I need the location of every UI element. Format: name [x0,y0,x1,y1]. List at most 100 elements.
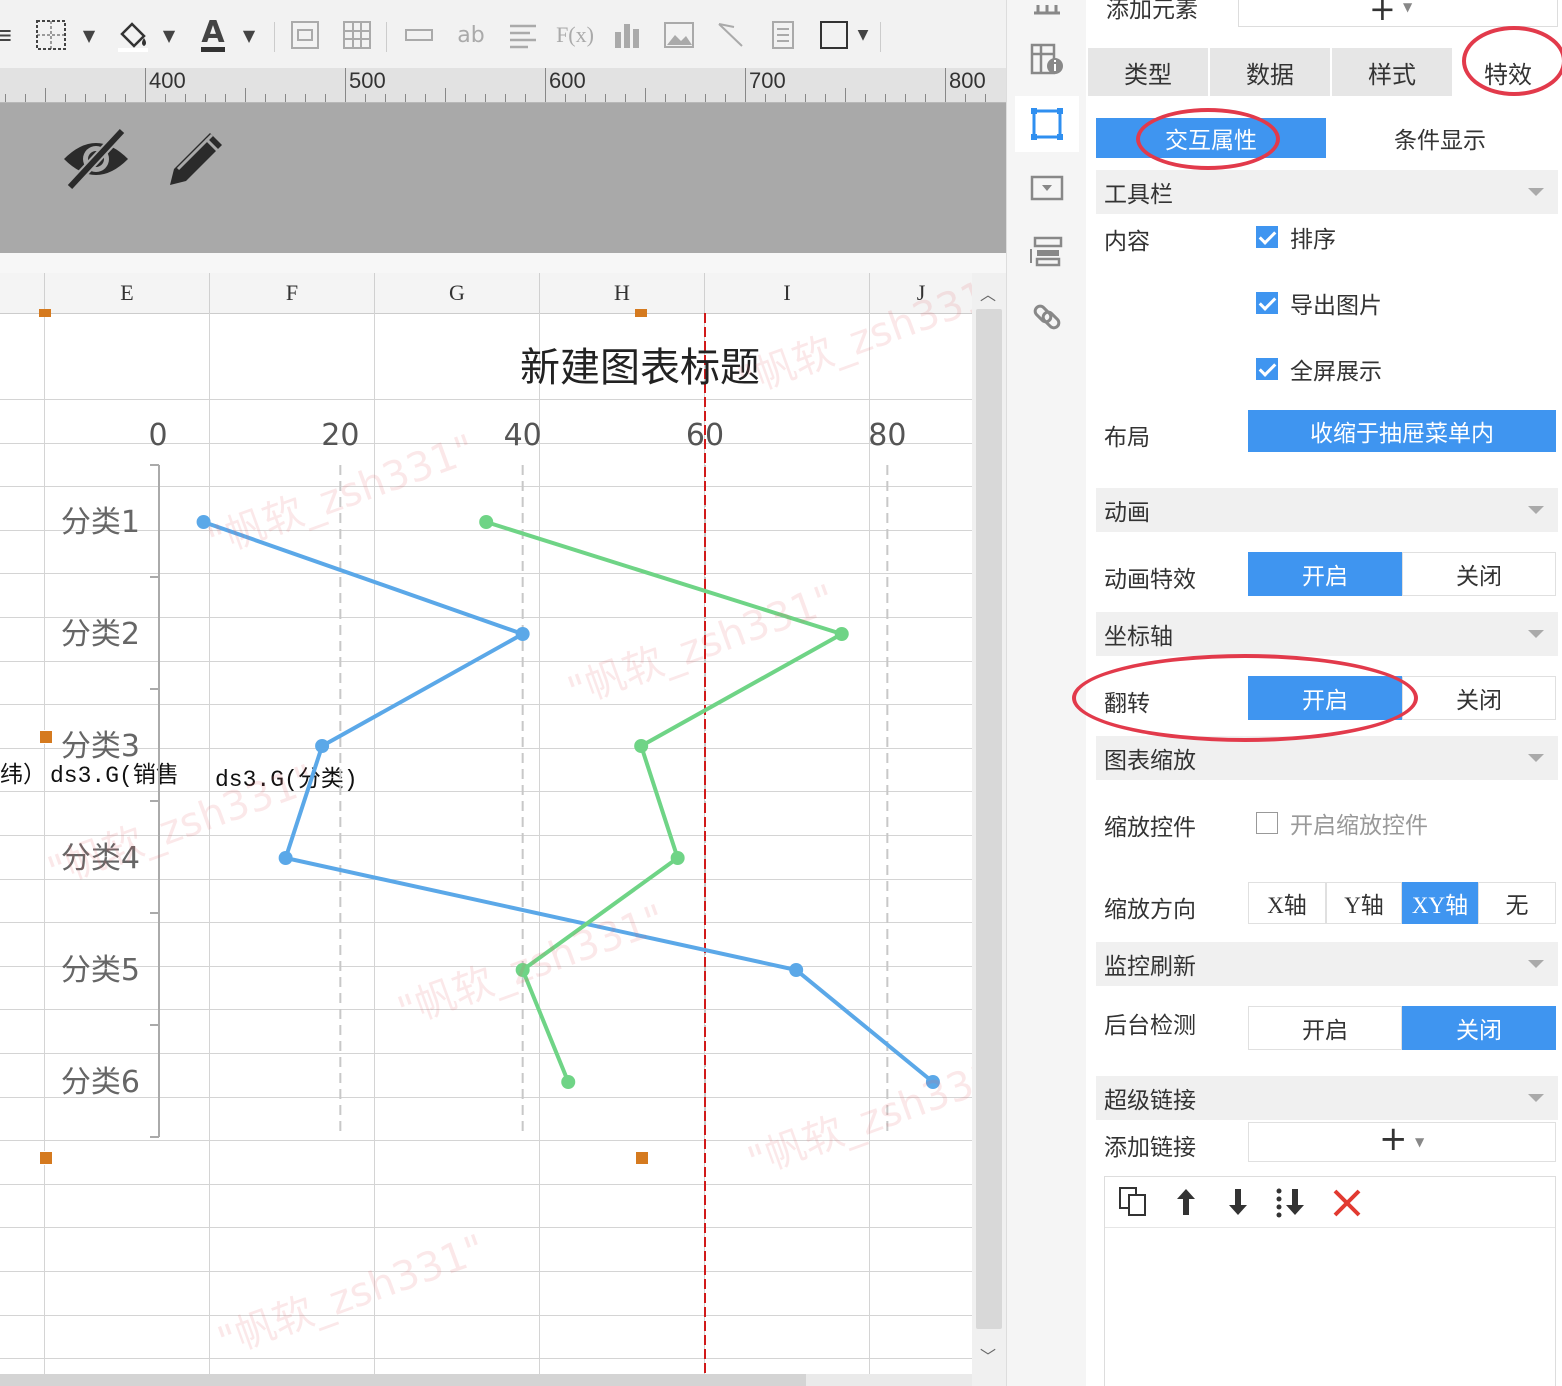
slash-icon[interactable] [714,18,748,52]
series-line[interactable] [485,520,847,1083]
data-point[interactable] [561,1075,576,1089]
chevron-down-icon[interactable]: ▼ [72,18,106,52]
background-check-off-button[interactable]: 关闭 [1402,1006,1556,1050]
ruler-tick [505,94,506,102]
widget-settings-icon[interactable] [1015,96,1079,152]
section-monitor-refresh[interactable]: 监控刷新 [1096,942,1558,986]
data-point[interactable] [515,963,530,977]
bar-chart-icon[interactable] [610,18,644,52]
zoom-dir-xy-button[interactable]: XY轴 [1402,882,1478,924]
column-header-g[interactable]: G [375,273,540,313]
ruler-tick [65,94,66,102]
scrollbar-thumb[interactable] [0,1374,806,1386]
fullscreen-checkbox[interactable] [1256,358,1278,380]
vertical-scrollbar[interactable]: ︿ ﹀ [972,273,1006,1386]
selection-handle[interactable] [39,309,51,317]
tab-style[interactable]: 样式 [1332,48,1452,96]
scroll-up-icon[interactable]: ︿ [980,281,996,305]
menu-icon[interactable]: ≡ [0,18,20,52]
tab-type[interactable]: 类型 [1088,48,1208,96]
data-point[interactable] [925,1075,940,1089]
sort-down-icon[interactable] [1273,1185,1311,1223]
property-panel: 添加元素 + ▼ 类型 数据 样式 特效 交互属性 条件显示 工具栏 内容 排序… [1072,0,1562,1386]
input-icon[interactable] [402,18,436,52]
add-link-button[interactable]: + ▼ [1248,1119,1556,1162]
animation-off-button[interactable]: 关闭 [1402,552,1556,596]
flip-off-button[interactable]: 关闭 [1402,676,1556,720]
zoom-dir-none-button[interactable]: 无 [1478,882,1556,924]
section-animation[interactable]: 动画 [1096,488,1558,532]
section-hyperlink[interactable]: 超级链接 [1096,1076,1558,1120]
horizontal-scrollbar[interactable] [0,1374,972,1386]
column-header-h[interactable]: H [540,273,705,313]
zoom-control-checkbox[interactable] [1256,812,1278,834]
widget-list-icon[interactable] [1015,0,1079,30]
link-list[interactable] [1104,1176,1556,1386]
selection-handle[interactable] [635,309,647,317]
scroll-down-icon[interactable]: ﹀ [980,1343,996,1367]
chevron-down-icon[interactable]: ▼ [232,18,266,52]
data-point[interactable] [278,851,293,865]
pencil-icon[interactable] [164,125,230,195]
spreadsheet-grid[interactable]: 纬） ds3.G(销售 ds3.G(分类) 0 20 40 60 80 分类1 分类2 分类3… [0,266,1021,1375]
copy-icon[interactable] [1117,1185,1151,1223]
animation-on-button[interactable]: 开启 [1248,552,1402,596]
section-axis[interactable]: 坐标轴 [1096,612,1558,656]
eye-slash-icon[interactable] [60,125,132,195]
section-chart-zoom[interactable]: 图表缩放 [1096,736,1558,780]
column-header-f[interactable]: F [210,273,375,313]
tab-data[interactable]: 数据 [1210,48,1330,96]
border-icon[interactable] [34,18,68,52]
sort-checkbox[interactable] [1256,226,1278,248]
delete-icon[interactable] [1331,1185,1363,1223]
document-icon[interactable] [766,18,800,52]
form-layout-icon[interactable] [1015,224,1079,280]
tab-effects[interactable]: 特效 [1454,48,1562,96]
label-icon[interactable]: ab [454,18,488,52]
scrollbar-thumb[interactable] [976,309,1002,1329]
line-chart[interactable]: 0 20 40 60 80分类1分类2分类3分类4分类5分类6 [0,313,972,1375]
selection-handle[interactable] [39,730,53,744]
subtab-interaction[interactable]: 交互属性 [1096,118,1326,158]
data-point[interactable] [515,627,530,641]
export-image-checkbox[interactable] [1256,292,1278,314]
column-header-j[interactable]: J [870,273,973,313]
arrow-up-icon[interactable] [1171,1185,1201,1223]
image-icon[interactable] [662,18,696,52]
chevron-down-icon[interactable]: ▼ [846,18,880,52]
subtab-conditional-display[interactable]: 条件显示 [1326,118,1554,158]
cell-attribute-icon[interactable] [1015,32,1079,88]
ruler-tick [485,94,486,102]
data-point[interactable] [196,515,211,529]
add-element-button[interactable]: + ▼ [1238,0,1558,28]
column-header-i[interactable]: I [705,273,870,313]
column-header-e[interactable]: E [45,273,210,313]
table-icon[interactable] [340,18,374,52]
series-line[interactable] [202,520,935,1084]
layout-select[interactable]: 收缩于抽屉菜单内 [1248,410,1556,452]
font-color-icon[interactable]: A [196,17,230,52]
data-point[interactable] [789,963,804,977]
data-point[interactable] [834,627,849,641]
zoom-dir-x-button[interactable]: X轴 [1248,882,1326,924]
arrow-down-icon[interactable] [1223,1185,1253,1223]
link-icon[interactable] [1015,288,1079,344]
formula-icon[interactable]: F(x) [556,18,594,52]
ruler-tick [645,88,646,102]
data-point[interactable] [670,851,685,865]
data-point[interactable] [315,739,330,753]
chevron-down-icon[interactable]: ▼ [152,18,186,52]
selection-handle[interactable] [39,1151,53,1165]
data-point[interactable] [479,515,494,529]
background-check-on-button[interactable]: 开启 [1248,1006,1402,1050]
section-toolbar[interactable]: 工具栏 [1096,170,1558,214]
data-point[interactable] [634,739,649,753]
selection-handle[interactable] [635,1151,649,1165]
zoom-dir-y-button[interactable]: Y轴 [1326,882,1402,924]
text-box-icon[interactable] [288,18,322,52]
dropdown-widget-icon[interactable] [1015,160,1079,216]
fill-color-icon[interactable] [116,18,150,52]
flip-on-button[interactable]: 开启 [1248,676,1402,720]
chevron-down-icon [1528,188,1544,196]
paragraph-icon[interactable] [506,18,540,52]
